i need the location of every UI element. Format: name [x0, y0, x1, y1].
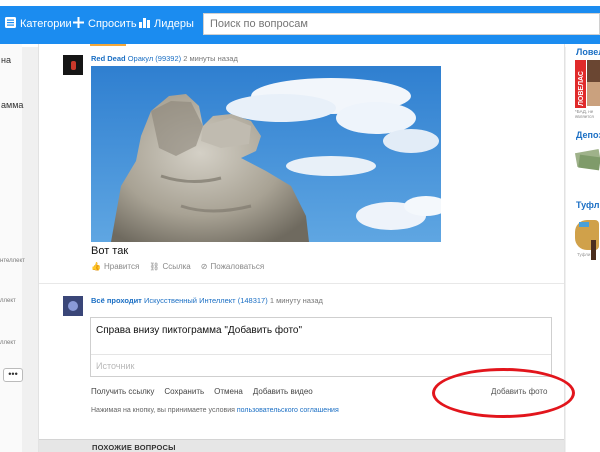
nav-leaders[interactable]: Лидеры — [139, 17, 194, 31]
thumbs-up-icon: 👍 — [91, 262, 101, 271]
answer-text: Вот так — [91, 245, 129, 257]
more-button[interactable]: ••• — [3, 368, 23, 382]
bar-chart-icon — [139, 17, 150, 31]
money-image[interactable] — [574, 143, 600, 173]
like-label: Нравится — [103, 262, 140, 271]
sidebar-small-item[interactable]: нтеллект — [0, 258, 25, 264]
answer-time: 2 минуты назад — [183, 54, 238, 63]
similar-questions-title: ПОХОЖИЕ ВОПРОСЫ — [92, 443, 176, 452]
sidebar-item[interactable]: на — [1, 55, 11, 65]
nav-leaders-label: Лидеры — [154, 18, 194, 30]
shoe-label: Туфли — [577, 252, 591, 257]
menu-icon — [5, 17, 16, 31]
sidebar-item[interactable]: амма — [1, 100, 23, 110]
nav-categories[interactable]: Категории — [5, 17, 72, 31]
editor-divider — [91, 354, 551, 355]
terms-prefix: Нажимая на кнопку, вы принимаете условия — [91, 407, 237, 414]
author-rank[interactable]: Оракул (99392) — [128, 54, 181, 63]
answer-meta: Red Dead Оракул (99392) 2 минуты назад — [91, 54, 238, 63]
avatar[interactable] — [63, 296, 83, 316]
author-rank[interactable]: Искусственный Интеллект (148317) — [144, 296, 268, 305]
like-button[interactable]: 👍 Нравится — [91, 262, 139, 271]
highlight-circle — [432, 368, 575, 418]
author-link[interactable]: Red Dead — [91, 54, 126, 63]
shoe-heel — [591, 240, 596, 260]
terms-link[interactable]: пользовательского соглашения — [237, 407, 339, 414]
link-button[interactable]: ⛓ Ссылка — [149, 262, 190, 271]
plus-icon — [73, 17, 84, 31]
ad-text: ЛОВЕЛАС — [578, 71, 585, 106]
report-label: Пожаловаться — [210, 262, 265, 271]
sidebar-small-item[interactable]: ллект — [0, 298, 16, 304]
nav-ask[interactable]: Спросить — [73, 17, 137, 31]
ad-photo-hair — [587, 60, 600, 82]
sidebar-small-item[interactable]: ллект — [0, 340, 16, 346]
active-tab-indicator — [90, 44, 126, 46]
answer-image[interactable] — [91, 66, 441, 242]
ad-title[interactable]: Туфл — [576, 200, 599, 210]
ad-note: *БАД, не является — [575, 109, 594, 119]
ad-title[interactable]: Депоз — [576, 130, 600, 140]
divider — [39, 283, 564, 284]
nav-categories-label: Категории — [20, 18, 72, 30]
ad-title[interactable]: Ловела — [576, 47, 600, 57]
ad-image[interactable]: ЛОВЕЛАС *БАД, не является — [575, 60, 600, 119]
answer-time: 1 минуту назад — [269, 296, 323, 305]
save-button[interactable]: Сохранить — [164, 387, 204, 396]
nav-ask-label: Спросить — [88, 18, 137, 30]
terms-text: Нажимая на кнопку, вы принимаете условия… — [91, 407, 339, 414]
cancel-button[interactable]: Отмена — [214, 387, 243, 396]
left-sidebar: на амма нтеллект ллект ллект — [0, 44, 25, 452]
report-icon: ⊘ — [200, 262, 208, 271]
link-label: Ссылка — [162, 262, 191, 271]
author-link[interactable]: Всё проходит — [91, 296, 142, 305]
report-button[interactable]: ⊘ Пожаловаться — [201, 262, 264, 271]
answer-meta: Всё проходит Искусственный Интеллект (14… — [91, 296, 323, 305]
shoe-image[interactable]: Туфли — [575, 212, 600, 264]
banknote — [578, 154, 600, 171]
avatar[interactable] — [63, 55, 83, 75]
answer-actions: 👍 Нравится ⛓ Ссылка ⊘ Пожаловаться — [91, 262, 264, 271]
ad-banner: ЛОВЕЛАС — [575, 60, 586, 108]
link-icon: ⛓ — [149, 262, 160, 271]
get-link-button[interactable]: Получить ссылку — [91, 387, 154, 396]
editor-text[interactable]: Справа внизу пиктограмма "Добавить фото" — [96, 325, 302, 336]
editor-actions: Получить ссылку Сохранить Отмена Добавит… — [91, 387, 313, 396]
add-video-button[interactable]: Добавить видео — [253, 387, 313, 396]
sale-tag — [579, 222, 589, 227]
search-input[interactable] — [203, 13, 600, 35]
